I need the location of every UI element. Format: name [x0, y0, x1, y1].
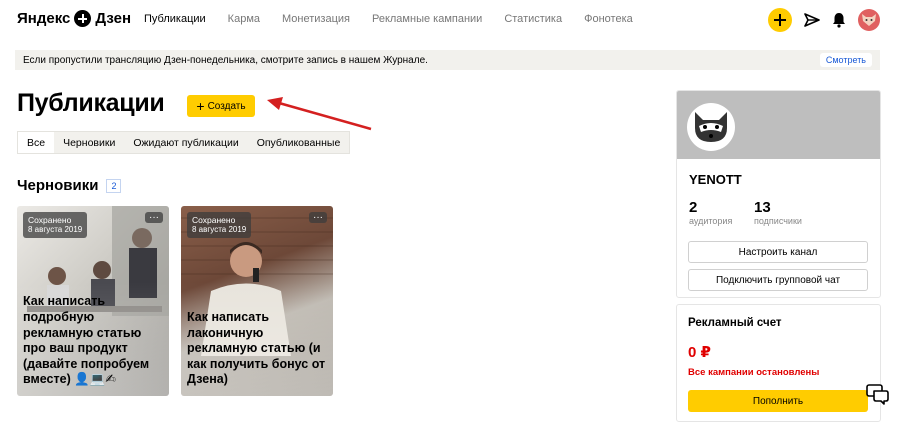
card-title: Как написать подробную рекламную статью …	[23, 294, 150, 387]
more-options-icon[interactable]: ···	[145, 212, 163, 223]
card-status: Сохранено	[192, 215, 236, 225]
logo-text-left: Яндекс	[17, 10, 71, 27]
channel-avatar[interactable]	[687, 103, 735, 151]
banner-text: Если пропустили трансляцию Дзен-понедель…	[23, 54, 428, 66]
subscribers-value: 13	[754, 199, 771, 216]
audience-label: аудитория	[689, 216, 733, 226]
nav-sound-library[interactable]: Фонотека	[584, 13, 633, 25]
card-meta: Сохранено 8 августа 2019	[23, 212, 88, 238]
publication-tabs: Все Черновики Ожидают публикации Опублик…	[17, 131, 351, 154]
subscribers-stat: 13 подписчики	[754, 199, 802, 226]
avatar[interactable]	[858, 9, 880, 31]
top-up-button[interactable]: Пополнить	[688, 390, 868, 412]
card-date: 8 августа 2019	[28, 225, 83, 235]
watch-button[interactable]: Смотреть	[819, 53, 872, 67]
create-button-label: Создать	[207, 100, 246, 112]
draft-card[interactable]: Сохранено 8 августа 2019 ··· Как написат…	[17, 206, 169, 396]
ad-account-title: Рекламный счет	[688, 317, 782, 329]
nav-karma[interactable]: Карма	[228, 13, 260, 25]
nav-monetization[interactable]: Монетизация	[282, 13, 350, 25]
raccoon-icon	[695, 112, 727, 142]
yandex-zen-logo[interactable]: Яндекс Дзен	[17, 10, 131, 27]
page-title: Публикации	[17, 89, 165, 117]
logo-text-right: Дзен	[95, 10, 132, 27]
card-date: 8 августа 2019	[192, 225, 247, 235]
ad-account-balance: 0 ₽	[688, 344, 711, 361]
card-title: Как написать лаконичную рекламную статью…	[187, 309, 326, 387]
create-button[interactable]: + Создать	[187, 95, 255, 117]
channel-name: YENOTT	[689, 172, 742, 187]
subscribers-label: подписчики	[754, 216, 802, 226]
announcement-banner: Если пропустили трансляцию Дзен-понедель…	[15, 50, 880, 70]
tab-published[interactable]: Опубликованные	[248, 132, 350, 153]
more-options-icon[interactable]: ···	[309, 212, 327, 223]
zen-plus-icon	[74, 10, 92, 27]
nav-statistics[interactable]: Статистика	[504, 13, 562, 25]
header-icons	[756, 8, 880, 32]
red-arrow-annotation	[267, 97, 372, 131]
tab-pending[interactable]: Ожидают публикации	[124, 132, 247, 153]
configure-channel-button[interactable]: Настроить канал	[688, 241, 868, 263]
bell-icon[interactable]	[832, 12, 846, 28]
tab-all[interactable]: Все	[18, 132, 55, 153]
drafts-title: Черновики	[17, 177, 99, 194]
plus-icon: +	[196, 98, 205, 114]
fox-avatar-icon	[862, 14, 876, 26]
connect-group-chat-button[interactable]: Подключить групповой чат	[688, 269, 868, 291]
card-status: Сохранено	[28, 215, 72, 225]
card-meta: Сохранено 8 августа 2019	[187, 212, 252, 238]
nav-ad-campaigns[interactable]: Рекламные кампании	[372, 13, 482, 25]
ad-account-status: Все кампании остановлены	[688, 367, 820, 378]
plus-icon[interactable]	[768, 8, 792, 32]
drafts-heading: Черновики 2	[17, 177, 122, 194]
audience-stat: 2 аудитория	[689, 199, 732, 226]
tab-drafts[interactable]: Черновики	[54, 132, 124, 153]
ad-account-panel: Рекламный счет 0 ₽ Все кампании остановл…	[676, 304, 881, 422]
channel-cover	[677, 91, 880, 159]
draft-card[interactable]: Сохранено 8 августа 2019 ··· Как написат…	[181, 206, 333, 396]
main-nav: Публикации Карма Монетизация Рекламные к…	[144, 13, 655, 25]
send-icon[interactable]	[804, 12, 820, 28]
audience-value: 2	[689, 199, 698, 216]
drafts-count-badge: 2	[106, 178, 122, 193]
nav-publications[interactable]: Публикации	[144, 13, 206, 25]
channel-panel: YENOTT 2 аудитория 13 подписчики Настрои…	[676, 90, 881, 298]
top-header: Яндекс Дзен Публикации Карма Монетизация…	[0, 0, 900, 42]
chat-bubble-icon[interactable]	[866, 384, 890, 406]
